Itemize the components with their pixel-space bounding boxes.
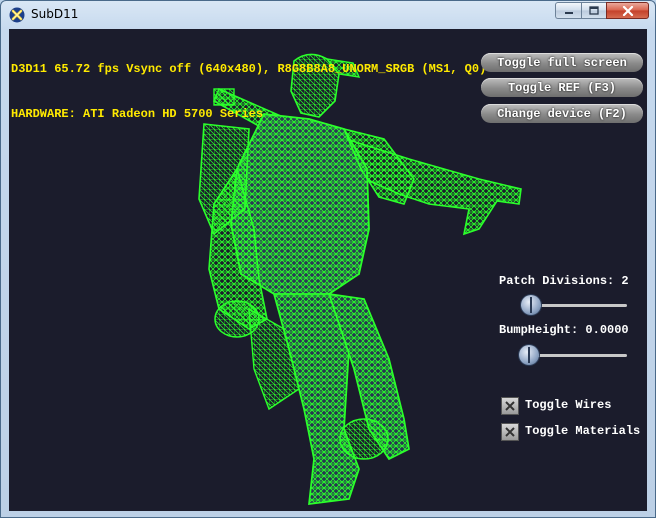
maximize-icon <box>589 6 599 15</box>
bump-height-thumb[interactable] <box>519 345 539 365</box>
x-check-icon <box>505 427 515 437</box>
bump-height-label: BumpHeight: 0.0000 <box>499 323 629 337</box>
patch-divisions-label: Patch Divisions: 2 <box>499 274 629 288</box>
change-device-button[interactable]: Change device (F2) <box>481 104 643 123</box>
toggle-materials-checkbox[interactable] <box>501 423 519 441</box>
x-check-icon <box>505 401 515 411</box>
legs-mesh <box>248 292 410 505</box>
maximize-button[interactable] <box>581 2 606 19</box>
stats-line-hardware: HARDWARE: ATI Radeon HD 5700 Series <box>11 107 264 121</box>
app-window: SubD11 D3D11 65.72 fps Vsync off (640x48… <box>0 0 656 518</box>
minimize-icon <box>564 11 573 14</box>
minimize-button[interactable] <box>555 2 581 19</box>
render-viewport[interactable]: D3D11 65.72 fps Vsync off (640x480), R8G… <box>9 29 647 511</box>
dx-icon <box>9 7 25 23</box>
toggle-wires-checkbox[interactable] <box>501 397 519 415</box>
title-bar[interactable]: SubD11 <box>1 1 655 28</box>
stats-line-fps: D3D11 65.72 fps Vsync off (640x480), R8G… <box>11 62 487 76</box>
stats-overlay: D3D11 65.72 fps Vsync off (640x480), R8G… <box>11 32 486 152</box>
window-title: SubD11 <box>31 7 79 21</box>
toggle-wires-label[interactable]: Toggle Wires <box>525 398 611 412</box>
toggle-materials-label[interactable]: Toggle Materials <box>525 424 640 438</box>
toggle-ref-button[interactable]: Toggle REF (F3) <box>481 78 643 97</box>
close-button[interactable] <box>606 2 649 19</box>
toggle-fullscreen-button[interactable]: Toggle full screen <box>481 53 643 72</box>
close-icon <box>622 5 633 16</box>
caption-buttons <box>555 2 649 20</box>
patch-divisions-thumb[interactable] <box>521 295 541 315</box>
